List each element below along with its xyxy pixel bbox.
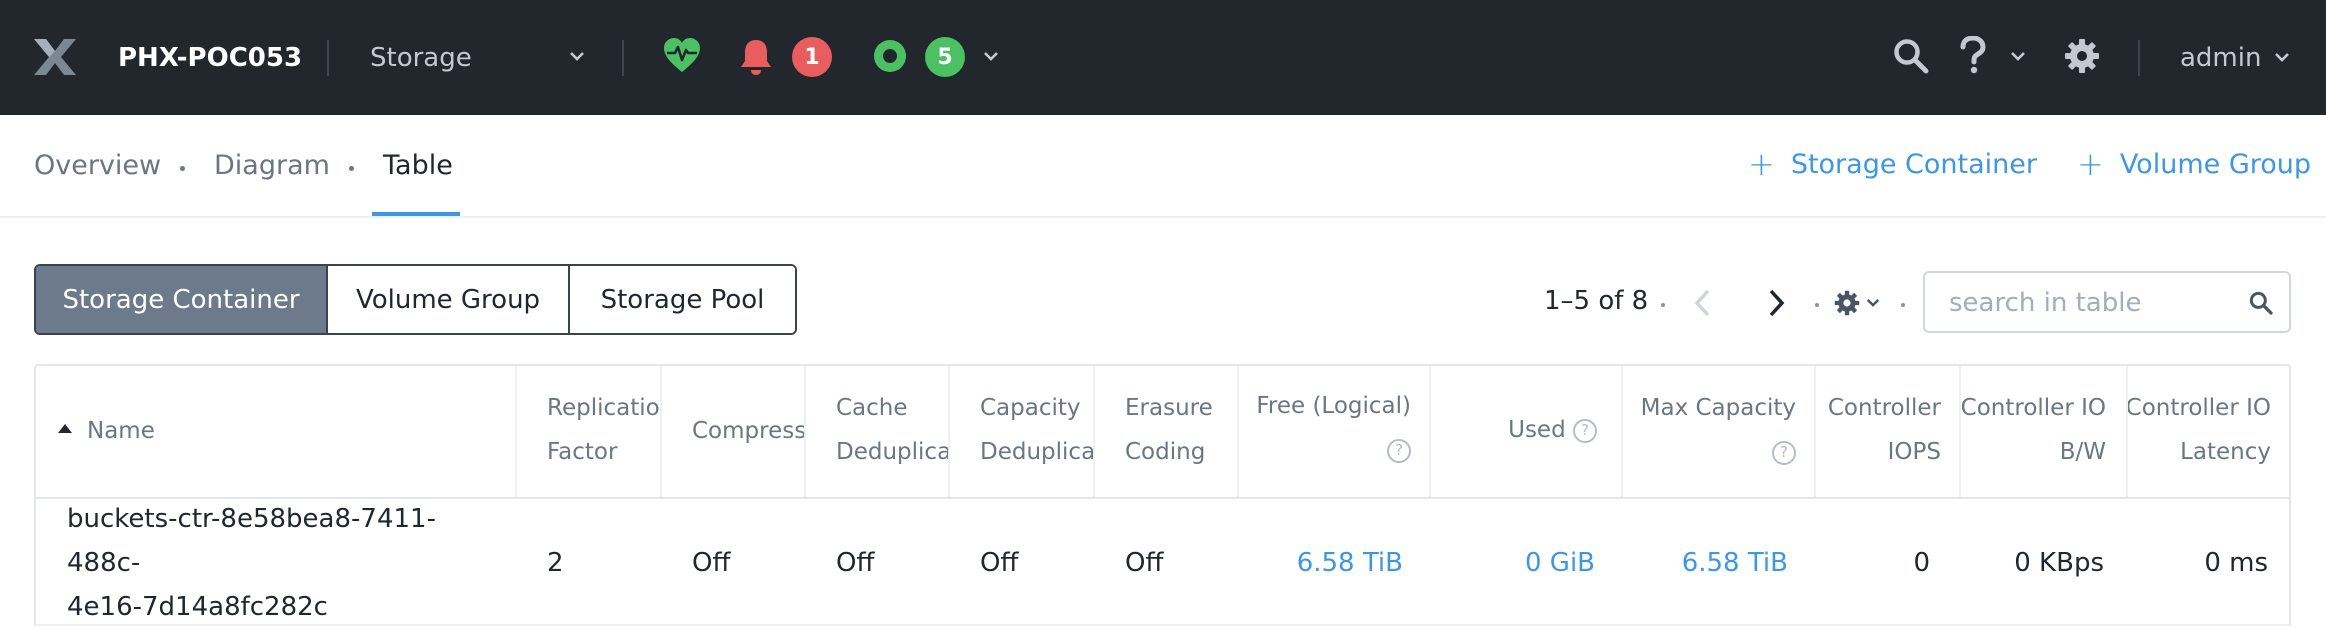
tab-diagram[interactable]: Diagram — [214, 150, 330, 181]
tab-overview[interactable]: Overview — [34, 150, 161, 181]
add-volume-group-button[interactable]: + Volume Group — [2077, 148, 2311, 180]
chevron-down-icon[interactable] — [983, 50, 999, 62]
column-header-max-capacity[interactable]: Max Capacity ? — [1623, 366, 1816, 497]
cell-controller-iops: 0 — [1913, 547, 1930, 578]
chevron-down-icon[interactable] — [2274, 51, 2290, 63]
add-storage-container-label: Storage Container — [1790, 148, 2037, 180]
separator-dot — [1661, 303, 1665, 307]
column-header-used[interactable]: Used ? — [1431, 366, 1623, 497]
next-page-icon[interactable] — [1766, 288, 1786, 318]
table-header-row: Name Replication Factor Compression Cach… — [36, 366, 2289, 499]
column-header-erasure-coding[interactable]: Erasure Coding — [1095, 366, 1239, 497]
task-status-icon[interactable] — [873, 39, 907, 73]
cell-controller-io-latency: 0 ms — [2204, 547, 2268, 578]
column-header-free-logical[interactable]: Free (Logical) ? — [1239, 366, 1431, 497]
column-header-controller-io-bandwidth[interactable]: Controller IO B/W — [1961, 366, 2128, 497]
chevron-down-icon[interactable] — [1866, 297, 1880, 308]
tab-table[interactable]: Table — [383, 150, 453, 181]
table-row[interactable]: buckets-ctr-8e58bea8-7411-488c- 4e16-7d1… — [36, 499, 2289, 626]
divider — [327, 40, 329, 76]
cell-compression: Off — [692, 547, 731, 578]
separator-dot — [1901, 303, 1905, 307]
entity-storage-container-button[interactable]: Storage Container — [36, 266, 328, 333]
separator-dot — [1815, 303, 1819, 307]
alert-count-badge[interactable]: 1 — [792, 37, 832, 77]
active-tab-indicator — [372, 212, 460, 216]
help-question-icon[interactable]: ? — [1772, 440, 1796, 465]
column-header-compression[interactable]: Compression — [662, 366, 806, 497]
column-header-controller-iops[interactable]: Controller IOPS — [1816, 366, 1961, 497]
add-storage-container-button[interactable]: + Storage Container — [1748, 148, 2037, 180]
view-selector[interactable]: Storage — [370, 38, 472, 78]
plus-icon: + — [2077, 145, 2104, 183]
separator-dot — [180, 166, 185, 171]
column-header-replication-factor[interactable]: Replication Factor — [517, 366, 662, 497]
cell-capacity-deduplication: Off — [980, 547, 1019, 578]
cell-used[interactable]: 0 GiB — [1431, 499, 1595, 626]
help-question-icon[interactable]: ? — [1573, 418, 1597, 443]
entity-type-switch: Storage Container Volume Group Storage P… — [34, 264, 797, 335]
help-question-icon[interactable]: ? — [1387, 438, 1411, 463]
task-count-badge[interactable]: 5 — [925, 37, 965, 77]
cell-free-logical[interactable]: 6.58 TiB — [1239, 499, 1403, 626]
separator-dot — [349, 166, 354, 171]
search-icon[interactable] — [2249, 291, 2273, 315]
column-header-capacity-deduplication[interactable]: Capacity Deduplication — [950, 366, 1095, 497]
cluster-name[interactable]: PHX-POC053 — [118, 38, 302, 78]
settings-gear-icon[interactable] — [2064, 38, 2100, 74]
column-header-controller-io-latency[interactable]: Controller IO Latency — [2128, 366, 2291, 497]
search-icon[interactable] — [1893, 38, 1929, 74]
cell-cache-deduplication: Off — [836, 547, 875, 578]
chevron-down-icon[interactable] — [569, 50, 585, 62]
entity-volume-group-button[interactable]: Volume Group — [328, 266, 570, 333]
user-menu[interactable]: admin — [2180, 38, 2261, 78]
top-navigation-bar: PHX-POC053 Storage 1 5 admin — [0, 0, 2326, 115]
help-icon[interactable] — [1960, 36, 1986, 76]
entity-storage-pool-button[interactable]: Storage Pool — [570, 266, 795, 333]
table-search-input[interactable] — [1949, 285, 2239, 321]
column-header-cache-deduplication[interactable]: Cache Deduplication — [806, 366, 950, 497]
cell-name[interactable]: buckets-ctr-8e58bea8-7411-488c- 4e16-7d1… — [67, 499, 507, 626]
cell-max-capacity[interactable]: 6.58 TiB — [1623, 499, 1788, 626]
cell-erasure-coding: Off — [1125, 547, 1164, 578]
alert-bell-icon[interactable] — [739, 38, 773, 76]
pagination-range: 1–5 of 8 — [1544, 286, 1649, 316]
cell-replication-factor: 2 — [547, 547, 564, 578]
chevron-down-icon[interactable] — [2010, 50, 2026, 62]
health-heart-icon[interactable] — [663, 38, 701, 74]
storage-container-table: Name Replication Factor Compression Cach… — [34, 364, 2291, 626]
divider — [2138, 40, 2140, 76]
plus-icon: + — [1748, 145, 1775, 183]
cell-controller-io-bandwidth: 0 KBps — [2014, 547, 2104, 578]
column-header-name[interactable]: Name — [36, 366, 517, 497]
add-volume-group-label: Volume Group — [2119, 148, 2312, 180]
table-search-box — [1923, 271, 2291, 333]
sort-ascending-icon[interactable] — [58, 424, 72, 433]
table-settings-gear-icon[interactable] — [1834, 290, 1860, 316]
previous-page-icon[interactable] — [1693, 288, 1713, 318]
divider — [622, 40, 624, 76]
nutanix-logo-icon[interactable] — [32, 37, 78, 77]
